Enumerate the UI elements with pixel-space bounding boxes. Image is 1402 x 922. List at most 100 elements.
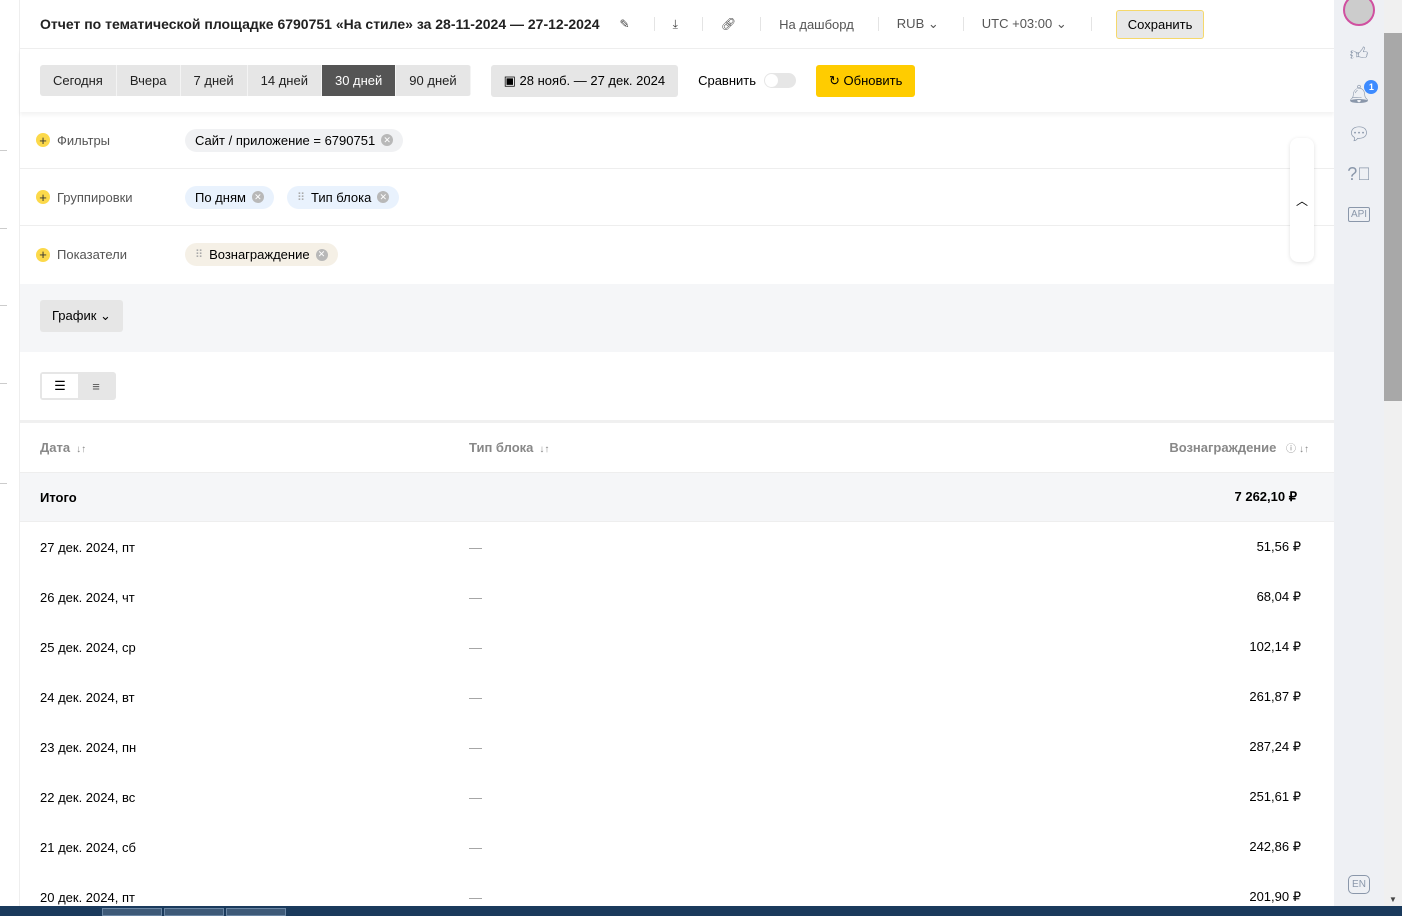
avatar[interactable]	[1343, 0, 1375, 26]
cell-block-type: —	[469, 689, 482, 705]
filters-row: + Фильтры Сайт / приложение = 6790751 ✕	[20, 112, 1334, 169]
report-table: Дата ↓↑ Тип блока ↓↑ Вознаграждение ⓘ ↓↑ Ит…	[20, 420, 1334, 922]
period-30-days[interactable]: 30 дней	[321, 65, 397, 96]
period-90-days[interactable]: 90 дней	[396, 65, 471, 96]
total-value: 7 262,10 ₽	[1234, 489, 1298, 504]
chart-type-dropdown[interactable]: График ⌄	[40, 300, 123, 332]
scrollbar-thumb[interactable]	[1384, 33, 1402, 401]
chip-label: Тип блока	[311, 189, 372, 205]
tree-view-icon[interactable]: ≡	[78, 374, 114, 398]
metrics-label: Показатели	[57, 247, 127, 262]
period-selector: Сегодня Вчера 7 дней 14 дней 30 дней 90 …	[40, 65, 471, 96]
feedback-icon[interactable]: 👍︎	[1350, 34, 1369, 74]
table-row: 24 дек. 2024, вт — 261,87 ₽	[20, 672, 1334, 722]
drag-handle-icon[interactable]: ⠿	[297, 191, 305, 204]
refresh-label: Обновить	[843, 72, 903, 88]
cell-block-type: —	[469, 639, 482, 655]
api-icon[interactable]: API	[1347, 194, 1371, 234]
scrollbar[interactable]: ▼	[1384, 0, 1402, 906]
period-today[interactable]: Сегодня	[40, 65, 117, 96]
drag-handle-icon[interactable]: ⠿	[195, 248, 203, 261]
add-grouping-icon[interactable]: +	[36, 190, 50, 204]
taskbar	[0, 906, 1402, 916]
cell-reward: 68,04 ₽	[1256, 589, 1301, 604]
table-row: 25 дек. 2024, ср — 102,14 ₽	[20, 622, 1334, 672]
total-label: Итого	[40, 489, 77, 505]
table-row: 21 дек. 2024, сб — 242,86 ₽	[20, 822, 1334, 872]
cell-block-type: —	[469, 839, 482, 855]
scroll-down-icon[interactable]: ▼	[1389, 895, 1397, 904]
compare-control: Сравнить	[698, 73, 797, 88]
metric-chip[interactable]: ⠿ Вознаграждение ✕	[185, 243, 338, 266]
chat-icon[interactable]: 💬︎	[1348, 114, 1371, 154]
period-7-days[interactable]: 7 дней	[181, 65, 248, 96]
chip-label: Вознаграждение	[209, 247, 310, 262]
notification-badge: 1	[1364, 80, 1379, 94]
remove-icon[interactable]: ✕	[315, 248, 328, 261]
grouping-chip[interactable]: По дням ✕	[185, 185, 274, 209]
groupings-row: + Группировки По дням ✕ ⠿ Тип блока ✕	[20, 169, 1334, 226]
add-metric-icon[interactable]: +	[36, 247, 50, 262]
cell-block-type: —	[469, 539, 482, 555]
compare-label: Сравнить	[698, 73, 757, 88]
period-14-days[interactable]: 14 дней	[248, 65, 322, 96]
currency-select[interactable]: RUB ⌄	[897, 16, 939, 32]
timezone-value: UTC +03:00	[981, 16, 1053, 31]
remove-icon[interactable]: ✕	[381, 134, 394, 146]
groupings-label: Группировки	[57, 189, 133, 205]
collapse-panel-button[interactable]: ︿	[1290, 138, 1314, 262]
edit-icon[interactable]: ✎	[620, 17, 630, 31]
cell-date: 25 дек. 2024, ср	[40, 639, 136, 655]
refresh-button[interactable]: ↻ Обновить	[816, 64, 916, 97]
remove-icon[interactable]: ✕	[377, 191, 390, 203]
calendar-icon: ▣	[503, 72, 516, 88]
sort-icon[interactable]: ↓↑	[539, 444, 549, 455]
chevron-down-icon: ⌄	[100, 308, 111, 323]
timezone-select[interactable]: UTC +03:00 ⌄	[982, 16, 1067, 32]
cell-reward: 251,61 ₽	[1249, 789, 1301, 804]
notifications-icon[interactable]: 🔔︎ 1	[1348, 74, 1379, 114]
cell-reward: 287,24 ₽	[1249, 739, 1301, 754]
right-sidebar: 👍︎ 🔔︎ 1 💬︎ ?⃝ API EN	[1334, 0, 1384, 906]
table-view-switch: ☰ ≡	[40, 372, 116, 400]
sort-icon[interactable]: ↓↑	[1299, 444, 1309, 455]
remove-icon[interactable]: ✕	[251, 191, 264, 203]
cell-reward: 261,87 ₽	[1249, 689, 1301, 704]
save-button[interactable]: Сохранить	[1115, 9, 1205, 39]
language-switch[interactable]: EN	[1348, 875, 1370, 894]
date-range-value: 28 нояб. — 27 дек. 2024	[519, 72, 666, 88]
table-row: 23 дек. 2024, пн — 287,24 ₽	[20, 722, 1334, 772]
column-reward[interactable]: Вознаграждение ⓘ ↓↑	[1034, 440, 1334, 455]
cell-reward: 102,14 ₽	[1249, 639, 1301, 654]
header-label: Дата	[40, 440, 71, 455]
column-date[interactable]: Дата ↓↑	[20, 440, 469, 455]
help-icon[interactable]: ?⃝	[1347, 154, 1371, 194]
cell-block-type: —	[469, 889, 482, 905]
period-yesterday[interactable]: Вчера	[117, 65, 181, 96]
chevron-up-icon: ︿	[1295, 193, 1308, 208]
sort-icon[interactable]: ↓↑	[76, 444, 86, 455]
api-label: API	[1347, 206, 1371, 222]
chart-section: График ⌄	[20, 284, 1334, 352]
period-bar: Сегодня Вчера 7 дней 14 дней 30 дней 90 …	[20, 49, 1334, 112]
header-label: Тип блока	[469, 440, 534, 455]
filter-chip[interactable]: Сайт / приложение = 6790751 ✕	[185, 128, 404, 152]
column-block-type[interactable]: Тип блока ↓↑	[469, 440, 1034, 455]
report-main: Отчет по тематической площадке 6790751 «…	[20, 0, 1334, 906]
to-dashboard-link[interactable]: На дашборд	[779, 17, 854, 32]
help-icon[interactable]: ⓘ	[1286, 444, 1296, 455]
compare-toggle[interactable]	[764, 73, 797, 88]
add-filter-icon[interactable]: +	[36, 133, 50, 147]
total-row: Итого 7 262,10 ₽	[20, 473, 1334, 522]
cell-date: 21 дек. 2024, сб	[40, 839, 136, 855]
date-range-picker[interactable]: ▣ 28 нояб. — 27 дек. 2024	[490, 64, 679, 97]
link-icon[interactable]: 🔗︎	[721, 17, 736, 31]
grouping-chip[interactable]: ⠿ Тип блока ✕	[286, 185, 400, 209]
currency-value: RUB	[896, 16, 925, 31]
download-icon[interactable]: ⤓	[673, 17, 678, 32]
table-row: 26 дек. 2024, чт — 68,04 ₽	[20, 572, 1334, 622]
cell-block-type: —	[469, 789, 482, 805]
report-header: Отчет по тематической площадке 6790751 «…	[20, 0, 1334, 49]
flat-view-icon[interactable]: ☰	[42, 374, 78, 398]
cell-date: 23 дек. 2024, пн	[40, 739, 137, 755]
